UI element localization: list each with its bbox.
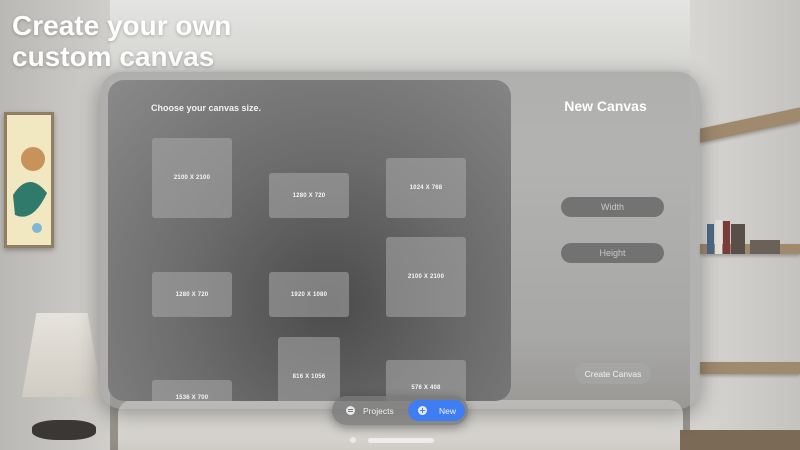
list-icon [346,406,355,415]
canvas-size-tile[interactable]: 1536 X 700 [152,380,232,401]
canvas-size-grid: Choose your canvas size. 2100 X 2100 128… [108,80,511,401]
new-canvas-panel: New Canvas Create Canvas [511,72,700,409]
canvas-size-tile[interactable]: 1920 X 1080 [269,272,349,317]
book [750,240,780,254]
floor [680,430,800,450]
canvas-size-tile[interactable]: 2100 X 2100 [152,138,232,218]
canvas-size-tile[interactable]: 1280 X 720 [152,272,232,317]
canvas-size-tile[interactable]: 1280 X 720 [269,173,349,218]
canvas-size-tile[interactable]: 576 X 408 [386,360,466,401]
grid-heading: Choose your canvas size. [151,103,262,113]
canvas-size-tile[interactable]: 816 X 1056 [278,337,340,401]
tab-bar: Projects New [332,396,468,425]
canvas-window: Choose your canvas size. 2100 X 2100 128… [100,72,700,409]
width-input[interactable] [561,197,664,217]
lamp-base [32,420,96,440]
book [731,224,745,254]
wall-shelf [700,362,800,374]
book [715,220,722,254]
canvas-size-tile[interactable]: 1024 X 768 [386,158,466,218]
panel-title: New Canvas [564,98,647,114]
book [723,221,730,254]
hero-title: Create your own custom canvas [12,10,232,72]
book [707,224,714,254]
page-indicator-dot[interactable] [350,437,356,443]
tab-label: New [439,405,457,416]
tab-label: Projects [363,405,394,416]
wall-painting [4,112,54,248]
height-input[interactable] [561,243,664,263]
plus-circle-icon [418,406,427,415]
tab-new[interactable]: New [408,400,465,421]
tab-projects[interactable]: Projects [340,400,406,421]
create-canvas-button[interactable]: Create Canvas [575,363,651,384]
canvas-size-tile[interactable]: 2100 X 2100 [386,237,466,317]
window-grabber[interactable] [368,438,434,443]
